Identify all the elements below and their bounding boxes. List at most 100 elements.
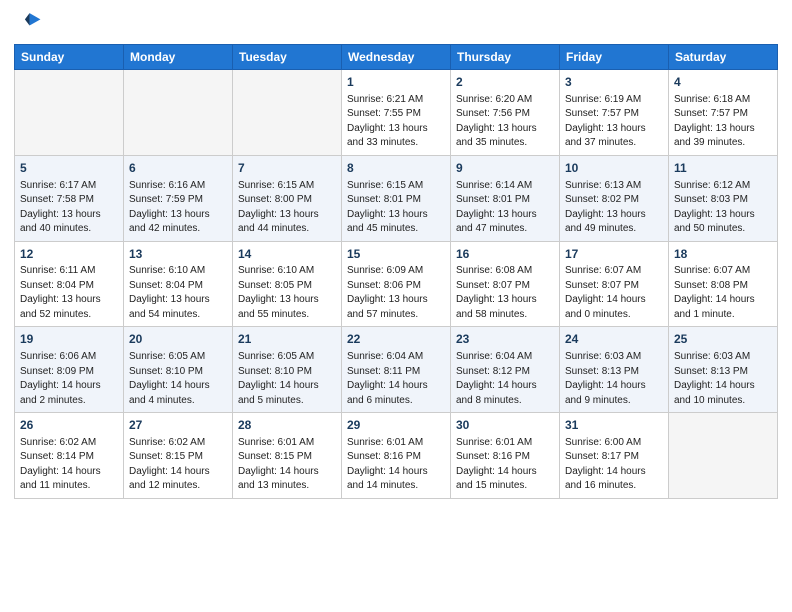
- calendar-cell: 11 Sunrise: 6:12 AM Sunset: 8:03 PM Dayli…: [669, 155, 778, 241]
- day-number: 27: [129, 417, 227, 434]
- calendar-cell: [233, 70, 342, 156]
- calendar-week-row: 12Sunrise: 6:11 AM Sunset: 8:04 PM Dayli…: [15, 241, 778, 327]
- weekday-header-sunday: Sunday: [15, 45, 124, 70]
- logo-icon: [14, 10, 42, 38]
- day-info: Sunrise: 6:01 AM Sunset: 8:16 PM Dayligh…: [456, 436, 554, 494]
- weekday-header-row: SundayMondayTuesdayWednesdayThursdayFrid…: [15, 45, 778, 70]
- calendar-cell: 5 Sunrise: 6:17 AM Sunset: 7:58 PM Daylig…: [15, 155, 124, 241]
- weekday-header-wednesday: Wednesday: [342, 45, 451, 70]
- day-number: 4: [674, 74, 772, 91]
- day-info: Sunrise: 6:03 AM Sunset: 8:13 PM Dayligh…: [565, 350, 663, 408]
- day-number: 18: [674, 246, 772, 263]
- day-info: Sunrise: 6:15 AM Sunset: 8:00 PM Dayligh…: [238, 179, 336, 237]
- day-info: Sunrise: 6:05 AM Sunset: 8:10 PM Dayligh…: [238, 350, 336, 408]
- day-number: 13: [129, 246, 227, 263]
- day-number: 24: [565, 331, 663, 348]
- calendar-cell: 3 Sunrise: 6:19 AM Sunset: 7:57 PM Daylig…: [560, 70, 669, 156]
- weekday-header-thursday: Thursday: [451, 45, 560, 70]
- day-number: 19: [20, 331, 118, 348]
- day-info: Sunrise: 6:04 AM Sunset: 8:11 PM Dayligh…: [347, 350, 445, 408]
- day-number: 10: [565, 160, 663, 177]
- day-info: Sunrise: 6:00 AM Sunset: 8:17 PM Dayligh…: [565, 436, 663, 494]
- calendar-week-row: 1 Sunrise: 6:21 AM Sunset: 7:55 PM Daylig…: [15, 70, 778, 156]
- calendar-cell: 22 Sunrise: 6:04 AM Sunset: 8:11 PM Dayli…: [342, 327, 451, 413]
- calendar-cell: 17Sunrise: 6:07 AM Sunset: 8:07 PM Dayli…: [560, 241, 669, 327]
- day-info: Sunrise: 6:16 AM Sunset: 7:59 PM Dayligh…: [129, 179, 227, 237]
- day-info: Sunrise: 6:08 AM Sunset: 8:07 PM Dayligh…: [456, 264, 554, 322]
- day-number: 22: [347, 331, 445, 348]
- day-info: Sunrise: 6:18 AM Sunset: 7:57 PM Dayligh…: [674, 93, 772, 151]
- calendar-cell: 4 Sunrise: 6:18 AM Sunset: 7:57 PM Daylig…: [669, 70, 778, 156]
- calendar-cell: 27 Sunrise: 6:02 AM Sunset: 8:15 PM Dayli…: [124, 413, 233, 499]
- day-number: 3: [565, 74, 663, 91]
- day-info: Sunrise: 6:05 AM Sunset: 8:10 PM Dayligh…: [129, 350, 227, 408]
- calendar-table: SundayMondayTuesdayWednesdayThursdayFrid…: [14, 44, 778, 499]
- day-info: Sunrise: 6:17 AM Sunset: 7:58 PM Dayligh…: [20, 179, 118, 237]
- day-info: Sunrise: 6:14 AM Sunset: 8:01 PM Dayligh…: [456, 179, 554, 237]
- day-number: 17: [565, 246, 663, 263]
- calendar-cell: [15, 70, 124, 156]
- day-info: Sunrise: 6:01 AM Sunset: 8:16 PM Dayligh…: [347, 436, 445, 494]
- header: [14, 10, 778, 38]
- calendar-cell: 31Sunrise: 6:00 AM Sunset: 8:17 PM Dayli…: [560, 413, 669, 499]
- calendar-cell: 18Sunrise: 6:07 AM Sunset: 8:08 PM Dayli…: [669, 241, 778, 327]
- calendar-cell: [669, 413, 778, 499]
- calendar-cell: 29 Sunrise: 6:01 AM Sunset: 8:16 PM Dayli…: [342, 413, 451, 499]
- day-number: 23: [456, 331, 554, 348]
- day-info: Sunrise: 6:19 AM Sunset: 7:57 PM Dayligh…: [565, 93, 663, 151]
- calendar-cell: 30 Sunrise: 6:01 AM Sunset: 8:16 PM Dayli…: [451, 413, 560, 499]
- day-info: Sunrise: 6:07 AM Sunset: 8:07 PM Dayligh…: [565, 264, 663, 322]
- calendar-cell: 10 Sunrise: 6:13 AM Sunset: 8:02 PM Dayli…: [560, 155, 669, 241]
- day-info: Sunrise: 6:11 AM Sunset: 8:04 PM Dayligh…: [20, 264, 118, 322]
- logo: [14, 10, 46, 38]
- day-info: Sunrise: 6:07 AM Sunset: 8:08 PM Dayligh…: [674, 264, 772, 322]
- calendar-cell: 15Sunrise: 6:09 AM Sunset: 8:06 PM Dayli…: [342, 241, 451, 327]
- day-info: Sunrise: 6:15 AM Sunset: 8:01 PM Dayligh…: [347, 179, 445, 237]
- day-number: 20: [129, 331, 227, 348]
- day-info: Sunrise: 6:12 AM Sunset: 8:03 PM Dayligh…: [674, 179, 772, 237]
- calendar-cell: 12Sunrise: 6:11 AM Sunset: 8:04 PM Dayli…: [15, 241, 124, 327]
- day-number: 11: [674, 160, 772, 177]
- day-info: Sunrise: 6:21 AM Sunset: 7:55 PM Dayligh…: [347, 93, 445, 151]
- calendar-cell: 1 Sunrise: 6:21 AM Sunset: 7:55 PM Daylig…: [342, 70, 451, 156]
- day-info: Sunrise: 6:10 AM Sunset: 8:05 PM Dayligh…: [238, 264, 336, 322]
- day-number: 26: [20, 417, 118, 434]
- day-number: 30: [456, 417, 554, 434]
- calendar-cell: 13Sunrise: 6:10 AM Sunset: 8:04 PM Dayli…: [124, 241, 233, 327]
- weekday-header-saturday: Saturday: [669, 45, 778, 70]
- calendar-cell: 8 Sunrise: 6:15 AM Sunset: 8:01 PM Daylig…: [342, 155, 451, 241]
- day-info: Sunrise: 6:20 AM Sunset: 7:56 PM Dayligh…: [456, 93, 554, 151]
- calendar-cell: 28 Sunrise: 6:01 AM Sunset: 8:15 PM Dayli…: [233, 413, 342, 499]
- calendar-cell: 2 Sunrise: 6:20 AM Sunset: 7:56 PM Daylig…: [451, 70, 560, 156]
- day-number: 7: [238, 160, 336, 177]
- day-number: 1: [347, 74, 445, 91]
- day-number: 5: [20, 160, 118, 177]
- day-info: Sunrise: 6:02 AM Sunset: 8:15 PM Dayligh…: [129, 436, 227, 494]
- day-number: 6: [129, 160, 227, 177]
- day-info: Sunrise: 6:04 AM Sunset: 8:12 PM Dayligh…: [456, 350, 554, 408]
- day-number: 28: [238, 417, 336, 434]
- calendar-cell: 21 Sunrise: 6:05 AM Sunset: 8:10 PM Dayli…: [233, 327, 342, 413]
- day-info: Sunrise: 6:06 AM Sunset: 8:09 PM Dayligh…: [20, 350, 118, 408]
- weekday-header-tuesday: Tuesday: [233, 45, 342, 70]
- calendar-cell: 25Sunrise: 6:03 AM Sunset: 8:13 PM Dayli…: [669, 327, 778, 413]
- day-number: 2: [456, 74, 554, 91]
- day-number: 9: [456, 160, 554, 177]
- calendar-cell: 24 Sunrise: 6:03 AM Sunset: 8:13 PM Dayli…: [560, 327, 669, 413]
- calendar-cell: [124, 70, 233, 156]
- calendar-cell: 14Sunrise: 6:10 AM Sunset: 8:05 PM Dayli…: [233, 241, 342, 327]
- day-number: 15: [347, 246, 445, 263]
- calendar-cell: 26Sunrise: 6:02 AM Sunset: 8:14 PM Dayli…: [15, 413, 124, 499]
- calendar-cell: 7 Sunrise: 6:15 AM Sunset: 8:00 PM Daylig…: [233, 155, 342, 241]
- day-info: Sunrise: 6:13 AM Sunset: 8:02 PM Dayligh…: [565, 179, 663, 237]
- day-number: 16: [456, 246, 554, 263]
- day-number: 21: [238, 331, 336, 348]
- day-number: 29: [347, 417, 445, 434]
- calendar-cell: 16Sunrise: 6:08 AM Sunset: 8:07 PM Dayli…: [451, 241, 560, 327]
- day-number: 8: [347, 160, 445, 177]
- day-info: Sunrise: 6:10 AM Sunset: 8:04 PM Dayligh…: [129, 264, 227, 322]
- page: SundayMondayTuesdayWednesdayThursdayFrid…: [0, 0, 792, 509]
- calendar-week-row: 19 Sunrise: 6:06 AM Sunset: 8:09 PM Dayli…: [15, 327, 778, 413]
- day-number: 14: [238, 246, 336, 263]
- day-info: Sunrise: 6:01 AM Sunset: 8:15 PM Dayligh…: [238, 436, 336, 494]
